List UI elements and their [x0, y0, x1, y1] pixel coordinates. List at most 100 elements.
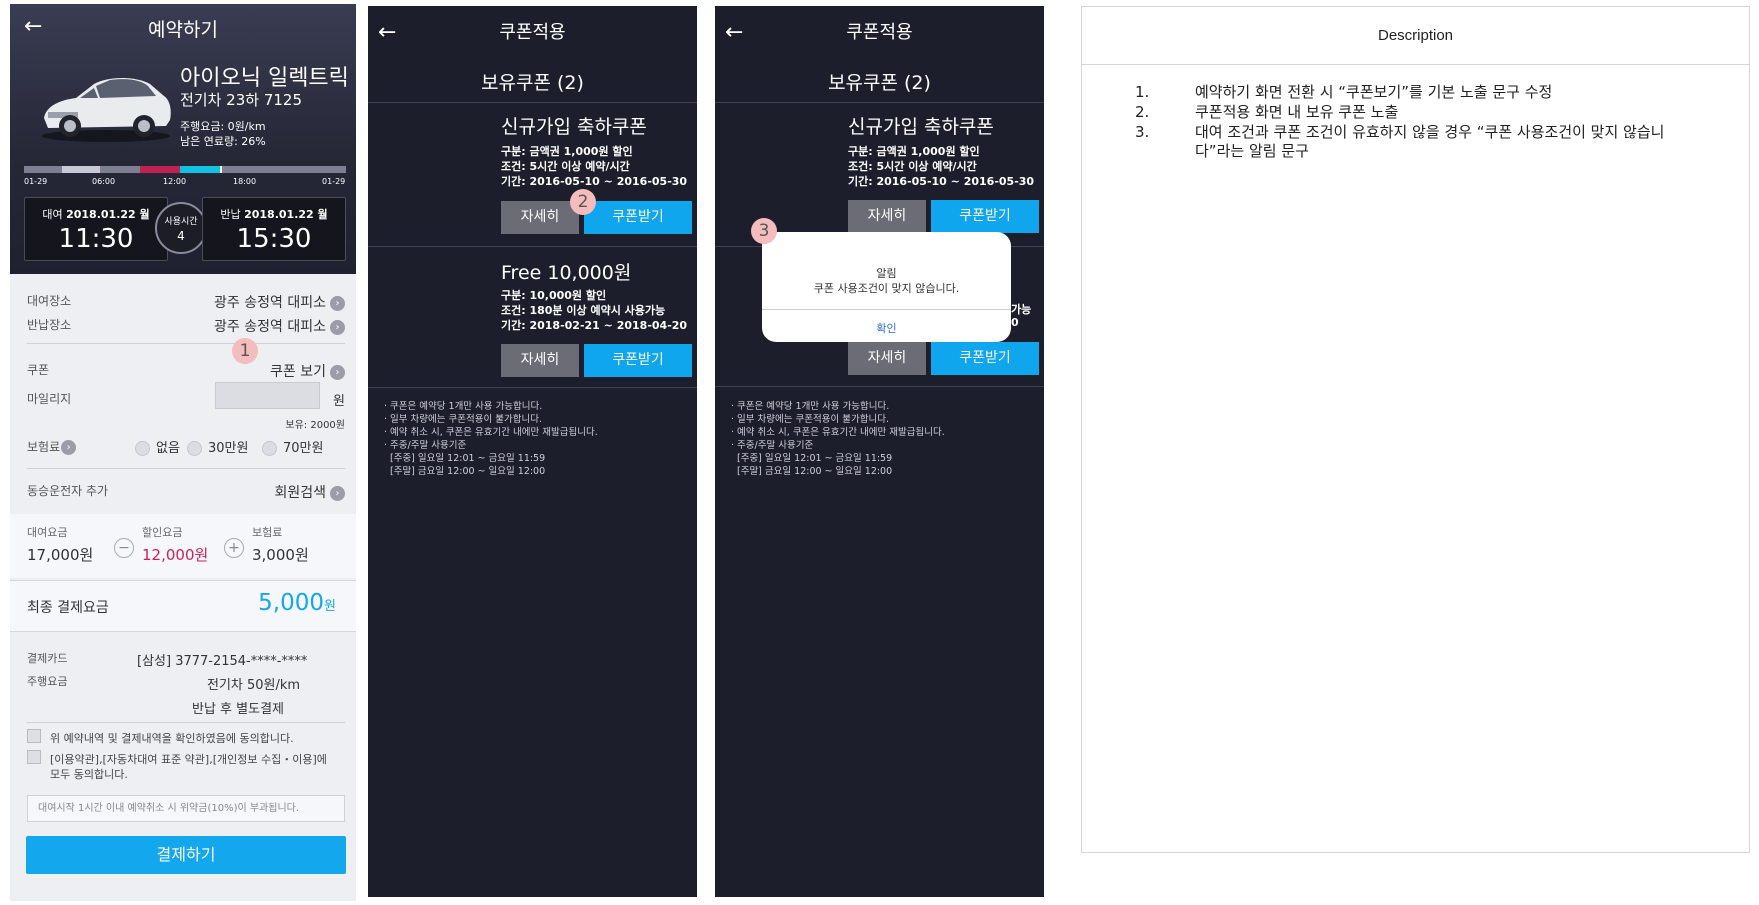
coupon-condition-partial: 가능 — [1011, 303, 1032, 316]
coupon-period-partial: 0 — [1011, 316, 1019, 329]
return-place-label: 반납장소 — [27, 318, 72, 332]
mileage-unit: 원 — [333, 394, 345, 409]
page-title: 쿠폰적용 — [846, 22, 913, 43]
coupon-name: 신규가입 축하쿠폰 — [501, 116, 647, 138]
coupon-condition: 조건: 5시간 이상 예약/시간 — [848, 160, 977, 173]
rental-time-box[interactable]: 대여 2018.01.22 월 11:30 — [24, 197, 168, 261]
divider — [368, 387, 697, 388]
member-search-link[interactable]: 회원검색 › — [274, 482, 345, 502]
insurance-option-30[interactable]: 30만원 — [187, 437, 248, 456]
agree-text-1: 위 예약내역 및 결제내역을 확인하였음에 동의합니다. — [50, 732, 294, 745]
description-header: Description — [1082, 7, 1749, 65]
co-driver-row[interactable]: 동승운전자 추가 회원검색 › — [27, 482, 345, 502]
coupon-condition: 조건: 180분 이상 예약시 사용가능 — [501, 304, 666, 317]
coupon-detail-button[interactable]: 자세히 — [848, 200, 926, 233]
description-item-text: 쿠폰적용 화면 내 보유 쿠폰 노출 — [1195, 103, 1399, 121]
coupon-condition: 조건: 5시간 이상 예약/시간 — [501, 160, 630, 173]
insurance-label: 보험료 — [27, 440, 61, 454]
time-slot-labels: 01-29 06:00 12:00 18:00 01-29 — [24, 177, 346, 189]
return-place-row[interactable]: 반납장소 광주 송정역 대피소 › — [27, 316, 345, 336]
coupon-view-link[interactable]: 쿠폰 보기 › — [270, 361, 345, 381]
coupon-note: · 예약 취소 시, 쿠폰은 유효기간 내에만 재발급됩니다. — [384, 427, 598, 438]
coupon-type: 구분: 10,000원 할인 — [501, 289, 607, 302]
coupon-get-button[interactable]: 쿠폰받기 — [584, 344, 692, 377]
coupon-period: 기간: 2016-05-10 ~ 2016-05-30 — [848, 175, 1035, 188]
insurance-fee-value: 3,000원 — [252, 546, 309, 564]
tick-label: 01-29 — [24, 177, 48, 186]
drive-rate-label: 주행요금 — [27, 675, 68, 688]
coupon-detail-button[interactable]: 자세히 — [501, 201, 579, 234]
rental-place-value: 광주 송정역 대피소 › — [214, 292, 345, 312]
coupon-detail-button[interactable]: 자세히 — [501, 344, 579, 377]
coupon-name: 신규가입 축하쿠폰 — [848, 116, 994, 138]
rental-place-label: 대여장소 — [27, 294, 72, 308]
page-title: 예약하기 — [148, 19, 218, 41]
mileage-label: 마일리지 — [27, 392, 72, 406]
agree-text-2b: 모두 동의합니다. — [50, 768, 128, 781]
agree-checkbox-1[interactable] — [27, 729, 41, 743]
divider — [715, 386, 1044, 387]
mileage-balance: 보유: 2000원 — [285, 420, 345, 431]
radio-icon — [135, 441, 150, 456]
agree-text-2: [이용약관],[자동차대여 표준 약관],[개인정보 수집・이용]에 — [50, 753, 327, 766]
tick-label: 18:00 — [233, 177, 257, 186]
coupon-type: 구분: 금액권 1,000원 할인 — [848, 145, 980, 158]
rental-place-row[interactable]: 대여장소 광주 송정역 대피소 › — [27, 292, 345, 312]
coupon-note: · 일부 차량에는 쿠폰적용이 불가합니다. — [384, 414, 542, 425]
agree-checkbox-2[interactable] — [27, 750, 41, 764]
car-plate: 전기차 23하 7125 — [180, 91, 302, 109]
card-row: 결제카드 [삼성] 3777-2154-****-**** — [27, 650, 345, 669]
coupon-note: [주중] 일요일 12:01 ~ 금요일 11:59 — [737, 453, 893, 464]
divider — [368, 246, 697, 247]
alert-title: 알림 — [876, 267, 897, 280]
usage-time-circle: 사용시간 4 — [155, 202, 207, 254]
mileage-input[interactable] — [215, 382, 320, 409]
rental-fee-value: 17,000원 — [27, 546, 94, 564]
co-driver-label: 동승운전자 추가 — [27, 484, 109, 498]
insurance-option-none[interactable]: 없음 — [135, 437, 180, 456]
divider — [368, 102, 697, 103]
insurance-fee-label: 보험료 — [252, 526, 283, 539]
coupon-type: 구분: 금액권 1,000원 할인 — [501, 145, 633, 158]
description-item-number: 2. — [1135, 103, 1150, 121]
return-time-box[interactable]: 반납 2018.01.22 월 15:30 — [202, 197, 346, 261]
discount-fee-value: 12,000원 — [142, 546, 209, 564]
info-icon[interactable]: › — [61, 440, 77, 455]
tick-label: 01-29 — [322, 177, 346, 186]
cancel-notice: 대여시작 1시간 이내 예약취소 시 위약금(10%)이 부과됩니다. — [27, 795, 345, 822]
final-payment-label: 최종 결제요금 — [27, 600, 109, 616]
fuel-left-info: 남은 연료량: 26% — [180, 135, 266, 148]
alert-ok-button[interactable]: 확인 — [762, 320, 1011, 336]
insurance-row: 보험료 › 없음 30만원 70만원 — [27, 437, 345, 456]
coupon-get-button[interactable]: 쿠폰받기 — [931, 342, 1039, 375]
coupon-note: · 주중/주말 사용기준 — [731, 440, 814, 451]
description-item-number: 3. — [1135, 123, 1150, 141]
slot-booked — [140, 166, 180, 173]
owned-coupons-title: 보유쿠폰 (2) — [828, 72, 931, 94]
chevron-right-icon: › — [330, 319, 345, 335]
coupon-get-button[interactable]: 쿠폰받기 — [584, 201, 692, 234]
drive-rate-row: 주행요금 전기차 50원/km — [27, 673, 345, 693]
reservation-screen: ← 예약하기 아이오닉 일렉트릭 전기차 23하 7125 주행요금: 0원/k… — [10, 4, 356, 901]
return-place-value: 광주 송정역 대피소 › — [214, 316, 345, 336]
card-value: [삼성] 3777-2154-****-**** — [137, 654, 308, 669]
final-payment-value: 5,000원 — [258, 590, 336, 616]
slot-divider — [220, 166, 222, 173]
coupon-detail-button[interactable]: 자세히 — [848, 342, 926, 375]
time-slot-bar[interactable] — [24, 166, 346, 173]
chevron-right-icon: › — [330, 295, 345, 311]
pay-button[interactable]: 결제하기 — [26, 836, 346, 874]
description-item-text: 예약하기 화면 전환 시 “쿠폰보기”를 기본 노출 문구 수정 — [1195, 83, 1553, 101]
coupon-row[interactable]: 쿠폰 쿠폰 보기 › — [27, 361, 345, 381]
coupon-note: · 예약 취소 시, 쿠폰은 유효기간 내에만 재발급됩니다. — [731, 427, 945, 438]
discount-fee-label: 할인요금 — [142, 526, 183, 539]
divider — [27, 468, 345, 469]
usage-time-hours: 4 — [177, 229, 185, 243]
coupon-note: · 일부 차량에는 쿠폰적용이 불가합니다. — [731, 414, 889, 425]
insurance-option-70[interactable]: 70만원 — [262, 437, 323, 456]
coupon-note: [주말] 금요일 12:00 ~ 일요일 12:00 — [737, 466, 893, 477]
return-time-label: 반납 2018.01.22 월 — [220, 208, 328, 221]
final-payment: 최종 결제요금 5,000원 — [10, 580, 356, 632]
minus-icon: − — [114, 538, 134, 558]
coupon-get-button[interactable]: 쿠폰받기 — [931, 200, 1039, 233]
